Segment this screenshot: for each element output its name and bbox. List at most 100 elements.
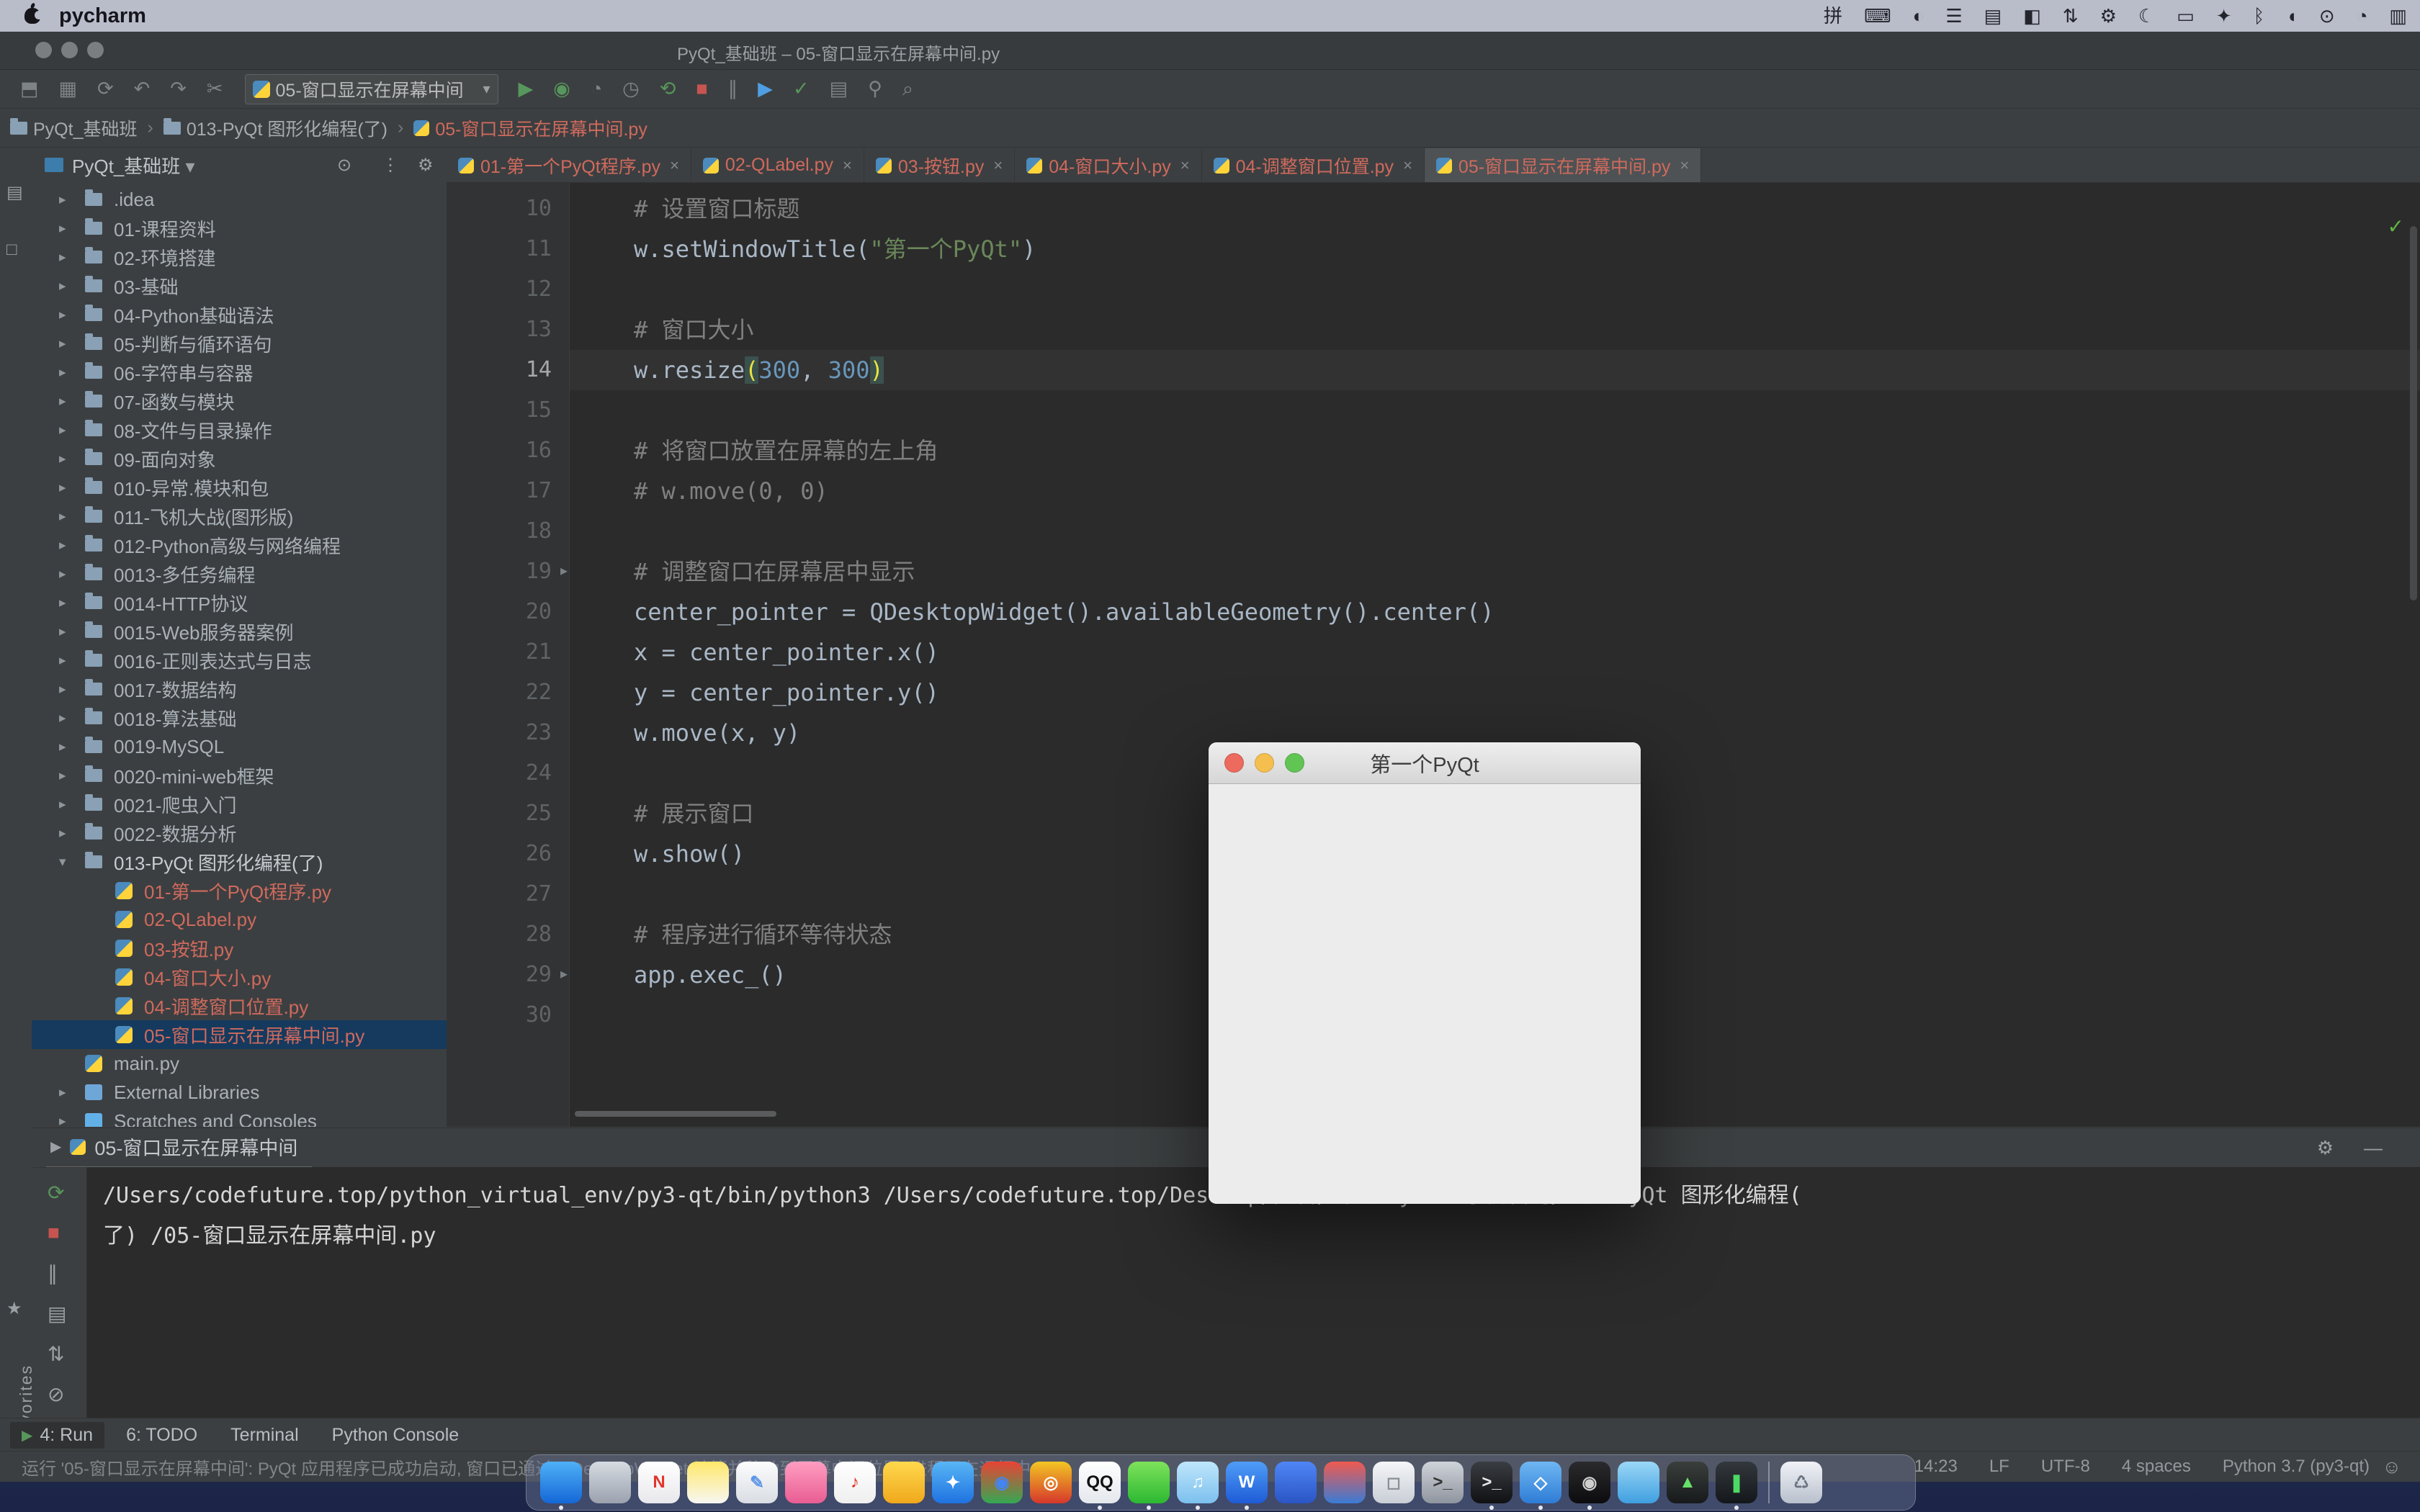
netease-music[interactable]: ♪ <box>834 1462 876 1503</box>
code-line[interactable]: # 调整窗口在屏幕居中显示 <box>634 552 915 592</box>
notification-icon[interactable]: ▥ <box>2389 0 2407 32</box>
pdf-app[interactable] <box>1324 1462 1366 1503</box>
status-segment[interactable]: Python 3.7 (py3-qt) <box>2223 1457 2370 1477</box>
breadcrumb-segment[interactable]: 013-PyQt 图形化编程(了) <box>163 115 387 141</box>
tree-item[interactable]: main.py <box>32 1049 447 1078</box>
chevron-right-icon[interactable]: ▸ <box>59 220 66 237</box>
blue-doc[interactable] <box>1275 1462 1317 1503</box>
ide-dark[interactable]: ▲ <box>1667 1462 1708 1503</box>
code-line[interactable]: # 设置窗口标题 <box>634 189 800 229</box>
chevron-right-icon[interactable]: ▸ <box>59 192 66 208</box>
window-icon[interactable]: ◧ <box>2023 0 2041 32</box>
run-console[interactable]: /Users/codefuture.top/python_virtual_env… <box>87 1167 2420 1418</box>
rerun-icon[interactable]: ⟳ <box>48 1181 64 1205</box>
pause-output-icon[interactable]: ∥ <box>48 1261 58 1285</box>
chevron-right-icon[interactable]: ▸ <box>59 336 66 352</box>
tree-item[interactable]: ▸Scratches and Consoles <box>32 1107 447 1127</box>
chevron-right-icon[interactable]: ▸ <box>59 249 66 266</box>
tool-window-button[interactable]: Python Console <box>321 1422 471 1449</box>
coverage-icon[interactable]: ◔ <box>591 78 602 99</box>
code-line[interactable]: # 程序进行循环等待状态 <box>634 914 892 955</box>
control-center-icon[interactable]: ◔ <box>2357 0 2368 32</box>
breadcrumb-segment[interactable]: PyQt_基础班 <box>10 115 137 141</box>
editor-tab[interactable]: 01-第一个PyQt程序.py× <box>447 148 691 182</box>
pyqt-title-bar[interactable]: 第一个PyQt <box>1209 742 1641 784</box>
tree-item[interactable]: ▾013-PyQt 图形化编程(了) <box>32 847 447 876</box>
editor-tab[interactable]: 03-按钮.py× <box>864 148 1015 182</box>
yellow-app[interactable] <box>883 1462 925 1503</box>
chrome[interactable]: ◉ <box>981 1462 1023 1503</box>
chevron-right-icon[interactable]: ▸ <box>59 422 66 438</box>
notes[interactable] <box>687 1462 729 1503</box>
tree-item[interactable]: ▸04-Python基础语法 <box>32 300 447 329</box>
close-icon[interactable]: × <box>670 156 679 175</box>
chevron-right-icon[interactable]: ▸ <box>59 796 66 813</box>
restore-layout-icon[interactable]: ▤ <box>48 1302 66 1326</box>
chevron-right-icon[interactable]: ▸ <box>59 710 66 726</box>
chevron-right-icon[interactable]: ▸ <box>59 595 66 611</box>
editor-tab[interactable]: 05-窗口显示在屏幕中间.py× <box>1425 148 1701 182</box>
chevron-right-icon[interactable]: ▸ <box>59 652 66 669</box>
apple-menu-icon[interactable] <box>24 8 40 24</box>
chevron-right-icon[interactable]: ▸ <box>59 364 66 381</box>
code-line[interactable]: w.move(x, y) <box>634 713 800 753</box>
tree-item[interactable]: ▸0014-HTTP协议 <box>32 588 447 617</box>
horizontal-scrollbar[interactable] <box>575 1111 776 1117</box>
camera-app[interactable]: ◉ <box>1569 1462 1610 1503</box>
news-app[interactable]: N <box>638 1462 680 1503</box>
search-icon[interactable]: ⌕ <box>902 78 913 99</box>
tool-window-button[interactable]: ▶4: Run <box>10 1422 104 1449</box>
debug-icon[interactable]: ◉ <box>553 78 570 99</box>
tree-item[interactable]: ▸05-判断与循环语句 <box>32 329 447 358</box>
fold-icon[interactable]: ▸ <box>560 562 568 580</box>
chevron-right-icon[interactable]: ▸ <box>59 739 66 755</box>
chevron-right-icon[interactable]: ▸ <box>59 480 66 496</box>
tree-item[interactable]: ▸0017-数据结构 <box>32 675 447 703</box>
diff-icon[interactable]: ▤ <box>830 78 848 99</box>
code-line[interactable]: w.resize(300, 300) <box>634 350 884 390</box>
tree-item[interactable]: 04-窗口大小.py <box>32 963 447 991</box>
safari[interactable]: ✦ <box>932 1462 974 1503</box>
tree-item[interactable]: ▸012-Python高级与网络编程 <box>32 531 447 559</box>
run-tab[interactable]: ▶ 05-窗口显示在屏幕中间 <box>46 1127 312 1169</box>
run-configuration-select[interactable]: 05-窗口显示在屏幕中间 ▾ <box>245 74 498 104</box>
chevron-right-icon[interactable]: ▸ <box>59 825 66 842</box>
status-segment[interactable]: LF <box>1989 1457 2009 1477</box>
profiler-icon[interactable]: ◷ <box>622 78 640 99</box>
moon-icon[interactable]: ☾ <box>2138 0 2155 32</box>
pink-app[interactable] <box>785 1462 827 1503</box>
tree-item[interactable]: ▸0020-mini-web框架 <box>32 761 447 790</box>
terminal[interactable]: >_ <box>1471 1462 1512 1503</box>
minimize-button[interactable] <box>61 42 78 58</box>
tree-item[interactable]: ▸010-异常.模块和包 <box>32 473 447 502</box>
user-icon[interactable]: ⚲ <box>868 78 882 99</box>
qq-music[interactable]: ♫ <box>1177 1462 1219 1503</box>
keyboard-icon[interactable]: ⌨ <box>1864 0 1891 32</box>
editor-tab[interactable]: 04-窗口大小.py× <box>1015 148 1201 182</box>
ide-title-bar[interactable]: PyQt_基础班 – 05-窗口显示在屏幕中间.py <box>0 32 2420 70</box>
breadcrumb-segment[interactable]: 05-窗口显示在屏幕中间.py <box>413 115 647 141</box>
project-tool-icon[interactable]: ▤ <box>6 182 23 203</box>
hector-icon[interactable]: ☺ <box>2382 1456 2401 1478</box>
close-icon[interactable]: × <box>993 156 1003 175</box>
tool-window-button[interactable]: 6: TODO <box>115 1422 209 1449</box>
step-icon[interactable]: ∥ <box>728 78 738 99</box>
open-icon[interactable]: ⬒ <box>20 78 39 99</box>
rerun-icon[interactable]: ⟲ <box>660 78 676 99</box>
tree-item[interactable]: 03-按钮.py <box>32 934 447 963</box>
zoom-button[interactable] <box>87 42 104 58</box>
sync-icon[interactable]: ⇅ <box>2063 0 2079 32</box>
ime-icon[interactable]: 拼 <box>1824 0 1842 32</box>
pyqt-window-body[interactable] <box>1209 784 1641 1204</box>
chevron-right-icon[interactable]: ▸ <box>59 307 66 323</box>
tree-item[interactable]: ▸09-面向对象 <box>32 444 447 473</box>
tree-item[interactable]: ▸0015-Web服务器案例 <box>32 617 447 646</box>
run-icon[interactable]: ▶ <box>519 78 534 99</box>
editor-tab[interactable]: 02-QLabel.py× <box>691 148 864 182</box>
chevron-right-icon[interactable]: ▸ <box>59 1113 66 1128</box>
save-all-icon[interactable]: ▦ <box>59 78 78 99</box>
tree-item[interactable]: ▸06-字符串与容器 <box>32 358 447 387</box>
word[interactable]: W <box>1226 1462 1268 1503</box>
status-segment[interactable]: 4 spaces <box>2122 1457 2191 1477</box>
locate-icon[interactable]: ⊙ <box>337 155 351 176</box>
